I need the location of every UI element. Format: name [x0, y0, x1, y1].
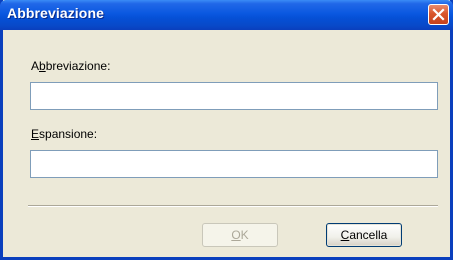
ok-button[interactable]: OK	[202, 223, 278, 247]
abbreviation-label-prefix: A	[31, 59, 40, 73]
expansion-input[interactable]	[30, 150, 438, 178]
ok-button-rest: K	[240, 228, 249, 242]
expansion-label-mnemonic: E	[31, 127, 40, 141]
close-icon	[432, 8, 445, 21]
abbreviation-label-rest: breviazione:	[45, 59, 111, 73]
ok-button-mnemonic: O	[231, 228, 241, 242]
cancel-button-rest: ancella	[349, 228, 388, 242]
separator-line	[28, 205, 438, 207]
abbreviation-label-mnemonic: b	[39, 59, 46, 73]
expansion-label-rest: spansione:	[39, 127, 98, 141]
title-bar[interactable]: Abbreviazione	[0, 0, 453, 30]
dialog-window: Abbreviazione Abbreviazione: Espansione:…	[0, 0, 453, 260]
cancel-button[interactable]: Cancella	[326, 223, 402, 247]
abbreviation-label: Abbreviazione:	[31, 59, 110, 73]
abbreviation-input[interactable]	[30, 82, 438, 110]
cancel-button-mnemonic: C	[340, 228, 350, 242]
expansion-label: Espansione:	[31, 127, 97, 141]
close-button[interactable]	[428, 4, 449, 25]
window-title: Abbreviazione	[7, 5, 104, 21]
